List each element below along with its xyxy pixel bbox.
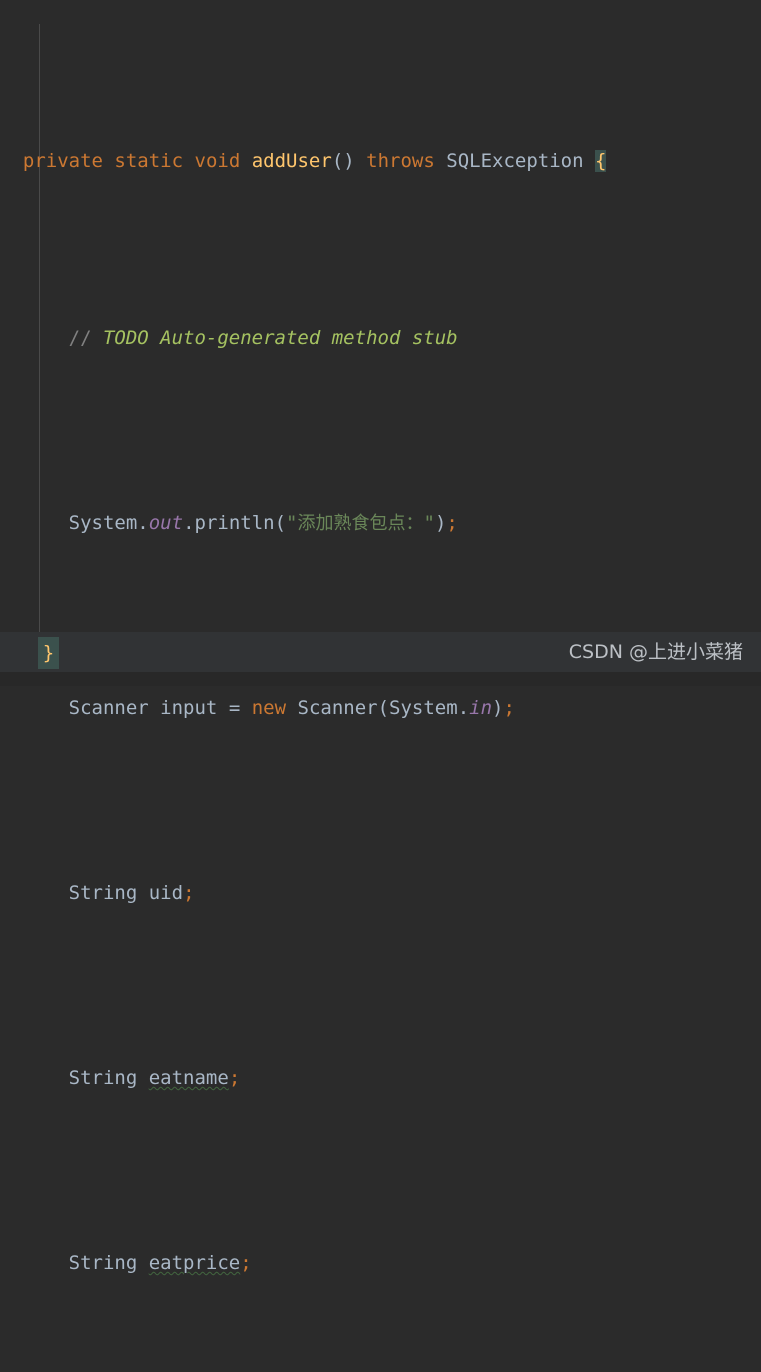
keyword-new: new: [251, 697, 287, 719]
code-line-scanner: Scanner input = new Scanner(System.in);: [68, 697, 515, 719]
code-line-decl-eatname: String eatname;: [68, 1067, 241, 1089]
field-in: in: [469, 697, 493, 719]
code-line-println-title: System.out.println("添加熟食包点：");: [68, 512, 458, 534]
type-string: String: [68, 882, 138, 904]
bottom-strip: [0, 672, 761, 686]
comment-slashes: //: [68, 327, 103, 349]
class-system-in: System: [389, 697, 458, 719]
var-input: input: [160, 697, 218, 719]
keyword-private: private: [22, 150, 103, 172]
var-eatprice: eatprice: [148, 1252, 241, 1274]
code-content[interactable]: private static void addUser() throws SQL…: [0, 0, 761, 1372]
string-add-title: 添加熟食包点：: [297, 513, 424, 534]
keyword-static: static: [114, 150, 184, 172]
code-line-decl-eatprice: String eatprice;: [68, 1252, 252, 1274]
open-brace: {: [594, 150, 607, 172]
var-uid: uid: [148, 882, 184, 904]
code-line-todo-comment: // TODO Auto-generated method stub: [0, 320, 761, 357]
comment-todo-text: TODO Auto-generated method stub: [102, 327, 458, 349]
csdn-watermark: CSDN @上进小菜猪: [568, 641, 743, 663]
type-string: String: [68, 1067, 138, 1089]
keyword-void: void: [194, 150, 241, 172]
signature-parens: (): [331, 150, 355, 172]
type-string: String: [68, 1252, 138, 1274]
method-println: println: [194, 512, 275, 534]
operator-assign: =: [228, 697, 241, 719]
keyword-throws: throws: [366, 150, 435, 172]
ctor-scanner: Scanner: [297, 697, 378, 719]
code-editor[interactable]: private static void addUser() throws SQL…: [0, 0, 761, 1274]
type-sqlexception: SQLException: [446, 150, 584, 172]
code-line-decl-uid: String uid;: [68, 882, 195, 904]
field-out: out: [148, 512, 184, 534]
class-system: System: [68, 512, 138, 534]
code-line-signature: private static void addUser() throws SQL…: [0, 148, 761, 172]
var-eatname: eatname: [148, 1067, 229, 1089]
close-brace: }: [38, 637, 59, 669]
type-scanner: Scanner: [68, 697, 149, 719]
method-name-adduser: addUser: [251, 150, 332, 172]
editor-bottom-bar: } CSDN @上进小菜猪: [0, 632, 761, 672]
